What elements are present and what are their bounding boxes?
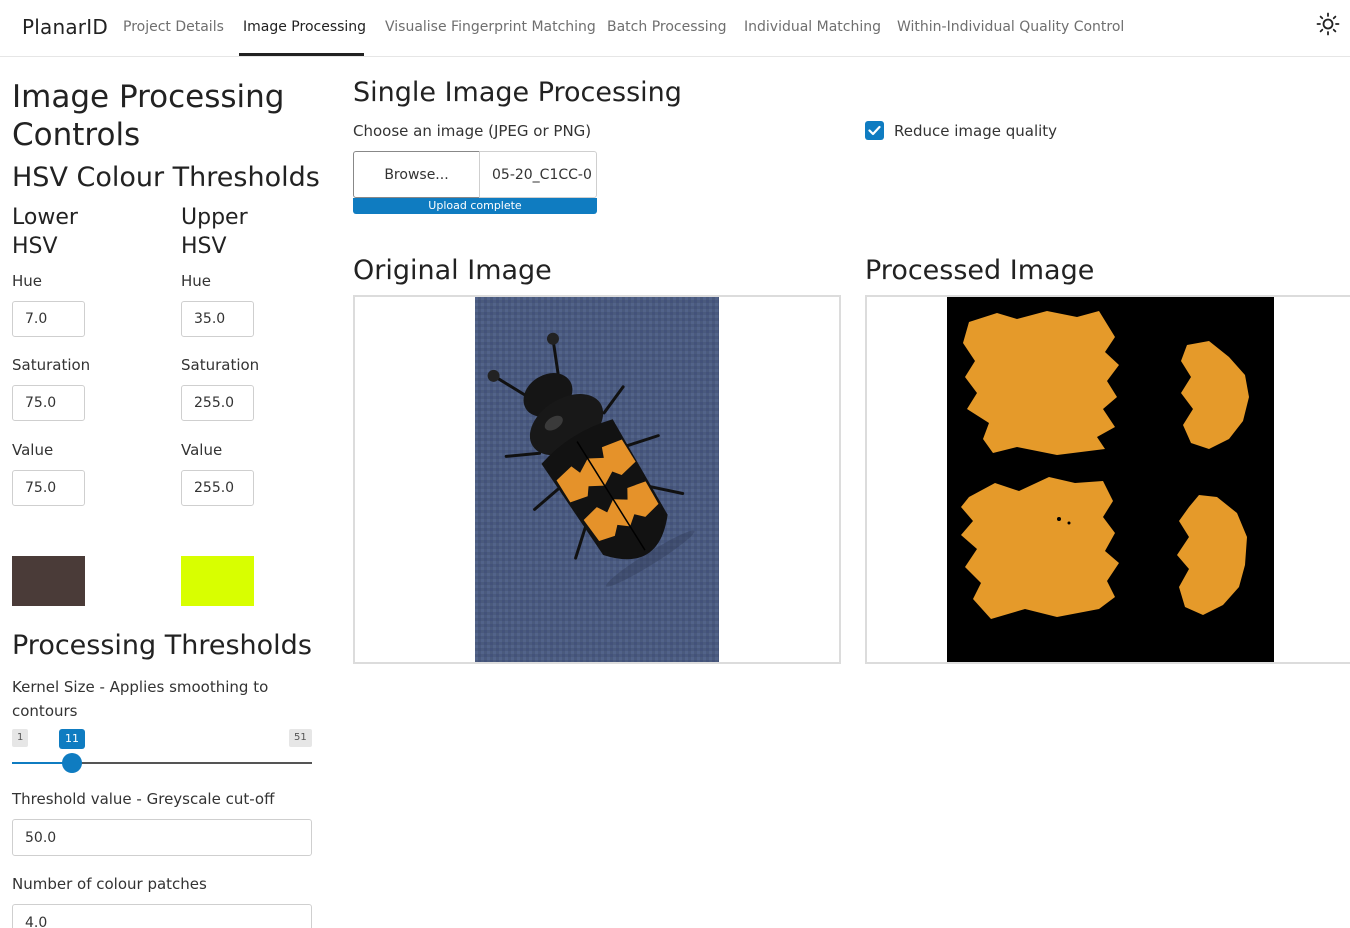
- upper-saturation-input[interactable]: [181, 385, 254, 421]
- upper-saturation-label: Saturation: [181, 356, 260, 374]
- navbar: PlanarID Project Details Image Processin…: [0, 0, 1350, 57]
- brand-logo[interactable]: PlanarID: [22, 15, 108, 39]
- check-icon: [868, 125, 881, 136]
- processing-thresholds-heading: Processing Thresholds: [12, 630, 312, 661]
- upper-value-input[interactable]: [181, 470, 254, 506]
- upper-value-label: Value: [181, 441, 223, 459]
- processed-image-frame: [865, 295, 1350, 664]
- tab-image-processing[interactable]: Image Processing: [243, 19, 366, 35]
- file-name-field[interactable]: 05-20_C1CC-0: [479, 151, 597, 198]
- sidebar-title: Image Processing Controls: [12, 79, 285, 153]
- processed-mask-image: [947, 297, 1274, 662]
- original-beetle-image: [475, 297, 719, 662]
- slider-max-label: 51: [289, 729, 312, 747]
- lower-hue-input[interactable]: [12, 301, 85, 337]
- kernel-slider-handle[interactable]: [62, 753, 82, 773]
- sun-icon[interactable]: [1316, 12, 1340, 36]
- threshold-label: Threshold value - Greyscale cut-off: [12, 790, 275, 808]
- tab-within-individual-quality-control[interactable]: Within-Individual Quality Control: [897, 19, 1124, 35]
- active-tab-indicator: [239, 53, 364, 56]
- file-input-label: Choose an image (JPEG or PNG): [353, 122, 592, 140]
- kernel-size-label: Kernel Size - Applies smoothing to conto…: [12, 678, 269, 720]
- threshold-input[interactable]: [12, 819, 312, 856]
- original-image-frame: [353, 295, 841, 664]
- upper-hue-label: Hue: [181, 272, 212, 290]
- hsv-heading: HSV Colour Thresholds: [12, 162, 320, 193]
- lower-value-label: Value: [12, 441, 54, 459]
- lower-saturation-label: Saturation: [12, 356, 91, 374]
- colour-patches-label: Number of colour patches: [12, 875, 207, 893]
- slider-min-label: 1: [12, 729, 29, 747]
- upload-progress-bar: Upload complete: [353, 198, 597, 214]
- reduce-quality-checkbox[interactable]: [865, 121, 884, 140]
- upper-colour-swatch: [181, 556, 254, 606]
- upper-hue-input[interactable]: [181, 301, 254, 337]
- tab-project-details[interactable]: Project Details: [123, 19, 224, 35]
- tab-individual-matching[interactable]: Individual Matching: [744, 19, 881, 35]
- lower-hsv-heading: Lower HSV: [12, 205, 78, 259]
- tab-batch-processing[interactable]: Batch Processing: [607, 19, 726, 35]
- lower-value-input[interactable]: [12, 470, 85, 506]
- colour-patches-input[interactable]: [12, 904, 312, 928]
- lower-colour-swatch: [12, 556, 85, 606]
- lower-hue-label: Hue: [12, 272, 43, 290]
- slider-value-label: 11: [59, 729, 85, 749]
- main-title: Single Image Processing: [353, 77, 682, 108]
- lower-saturation-input[interactable]: [12, 385, 85, 421]
- processed-image-title: Processed Image: [865, 255, 1095, 286]
- original-image-title: Original Image: [353, 255, 552, 286]
- upper-hsv-heading: Upper HSV: [181, 205, 248, 259]
- tab-visualise-fingerprint-matching[interactable]: Visualise Fingerprint Matching: [385, 19, 596, 35]
- browse-button[interactable]: Browse...: [353, 151, 480, 198]
- reduce-quality-label[interactable]: Reduce image quality: [894, 122, 1057, 140]
